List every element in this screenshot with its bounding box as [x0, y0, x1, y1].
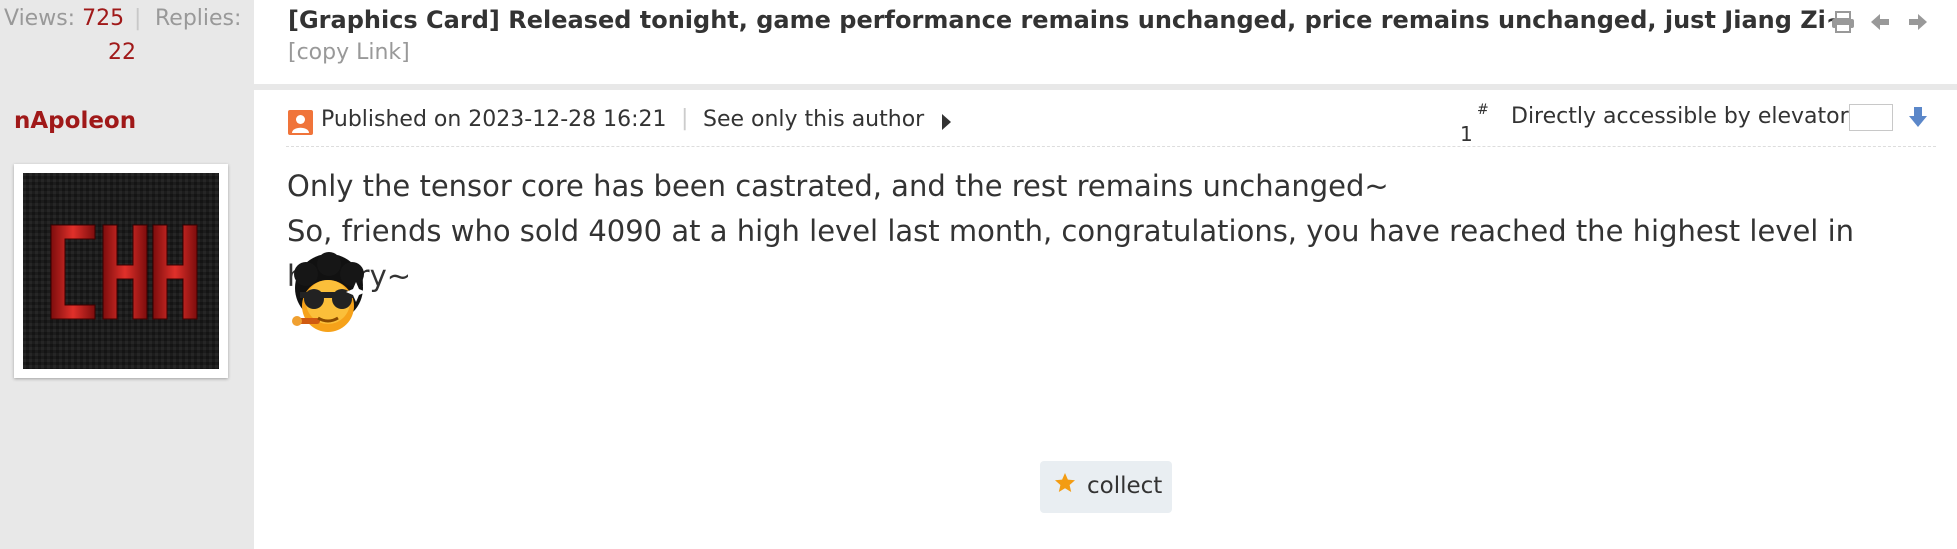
star-icon — [1053, 471, 1077, 499]
thread-stats: Views: 725 | Replies: 22 — [0, 6, 254, 78]
elevator-input[interactable] — [1849, 104, 1893, 131]
elevator-label: Directly accessible by elevator — [1511, 104, 1849, 129]
floor-number[interactable]: 1 — [1460, 122, 1473, 146]
arrow-right-icon[interactable] — [1906, 10, 1930, 38]
post-line: So, friends who sold 4090 at a high leve… — [287, 214, 1855, 293]
replies-count: 22 — [108, 40, 136, 65]
caret-right-icon — [940, 113, 952, 135]
post-content: Only the tensor core has been castrated,… — [287, 164, 1947, 299]
arrow-down-icon[interactable] — [1908, 105, 1928, 133]
views-stat: Views: 725 — [4, 6, 124, 31]
replies-label: Replies: — [155, 6, 242, 31]
thread-title: [Graphics Card] Released tonight, game p… — [288, 6, 1846, 34]
floor-hash: # — [1477, 102, 1489, 118]
post-line: Only the tensor core has been castrated,… — [287, 169, 1389, 203]
meta-separator: | — [681, 106, 689, 131]
author-sidebar: Views: 725 | Replies: 22 nApoleon — [0, 0, 254, 549]
avatar-image — [23, 173, 219, 369]
chh-logo-icon — [23, 173, 219, 369]
stats-separator: | — [134, 6, 142, 31]
collect-label: collect — [1087, 473, 1163, 499]
views-label: Views: — [4, 6, 76, 31]
views-count: 725 — [82, 6, 125, 31]
thread-header: [Graphics Card] Released tonight, game p… — [254, 0, 1957, 90]
see-only-author-link[interactable]: See only this author — [703, 107, 924, 132]
avatar[interactable] — [14, 164, 228, 378]
copy-link[interactable]: [copy Link] — [288, 40, 410, 65]
collect-button[interactable]: collect — [1040, 461, 1172, 513]
cool-afro-emoji-icon — [286, 252, 372, 342]
arrow-left-icon[interactable] — [1868, 10, 1892, 38]
post-meta: Published on 2023-12-28 16:21 | See only… — [286, 102, 1936, 147]
print-icon[interactable] — [1830, 10, 1856, 38]
author-name[interactable]: nApoleon — [14, 108, 136, 134]
publish-date: Published on 2023-12-28 16:21 — [321, 107, 667, 132]
author-badge-icon — [288, 110, 313, 135]
